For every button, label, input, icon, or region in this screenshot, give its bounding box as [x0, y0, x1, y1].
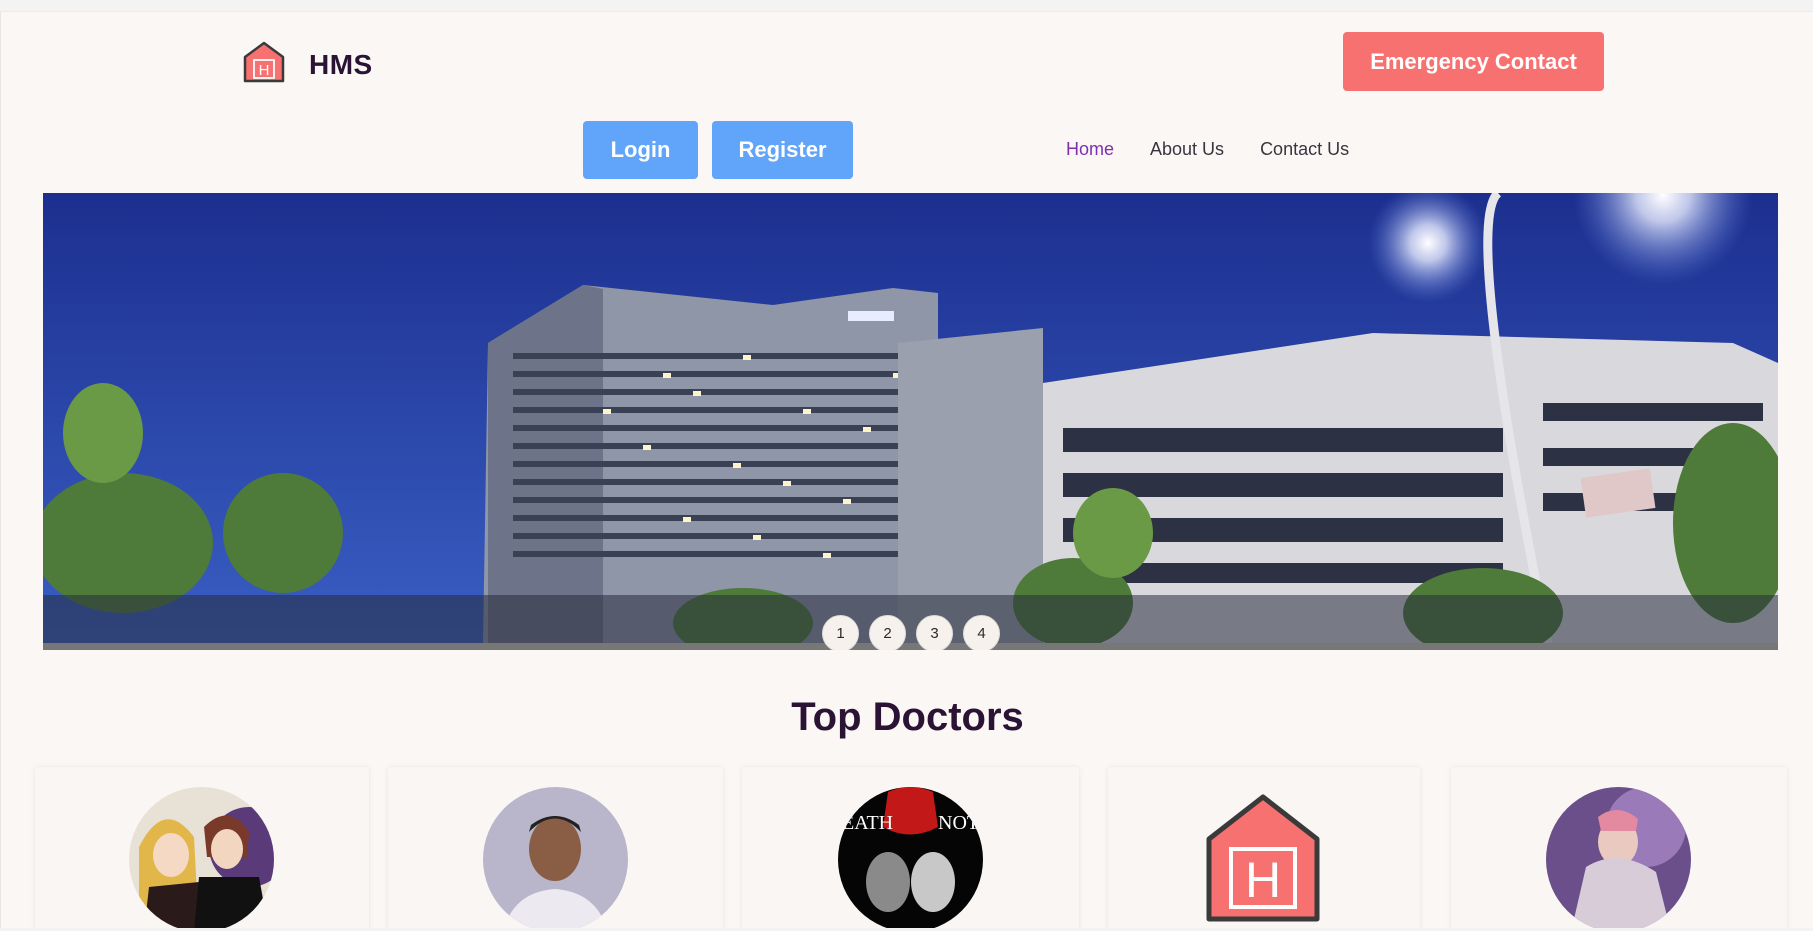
slide-button-3[interactable]: 3	[916, 615, 953, 650]
emergency-contact-button[interactable]: Emergency Contact	[1343, 32, 1604, 91]
hospital-building-night-photo	[43, 193, 1778, 650]
hospital-house-icon: H	[242, 40, 286, 89]
nav-home[interactable]: Home	[1066, 139, 1114, 160]
nav-contact-us[interactable]: Contact Us	[1260, 139, 1349, 160]
svg-text:H: H	[1245, 852, 1281, 908]
hero-carousel: 1 2 3 4	[43, 193, 1778, 650]
page: H HMS Emergency Contact Login Register H…	[0, 11, 1813, 928]
nav-about-us[interactable]: About Us	[1150, 139, 1224, 160]
register-button[interactable]: Register	[712, 121, 853, 179]
doctor-card[interactable]	[388, 767, 723, 928]
doctor-card[interactable]: H	[1108, 767, 1420, 928]
anime-character-avatar	[1546, 787, 1691, 928]
slide-button-4[interactable]: 4	[963, 615, 1000, 650]
main-nav: Home About Us Contact Us	[1066, 139, 1349, 160]
hospital-logo-avatar: H	[1191, 787, 1336, 928]
slide-button-2[interactable]: 2	[869, 615, 906, 650]
doctor-card[interactable]	[1451, 767, 1787, 928]
carousel-pagination: 1 2 3 4	[822, 615, 1000, 650]
man-portrait-avatar	[483, 787, 628, 928]
svg-text:NOT: NOT	[938, 812, 979, 834]
doctor-card[interactable]	[35, 767, 369, 928]
anime-couple-avatar	[129, 787, 274, 928]
slide-button-1[interactable]: 1	[822, 615, 859, 650]
svg-text:EATH: EATH	[842, 812, 893, 834]
doctor-card[interactable]: EATH NOT	[742, 767, 1079, 928]
brand-name: HMS	[309, 48, 373, 80]
section-title-top-doctors: Top Doctors	[791, 695, 1024, 739]
death-note-avatar: EATH NOT	[838, 787, 983, 928]
login-button[interactable]: Login	[583, 121, 698, 179]
svg-text:H: H	[259, 62, 270, 79]
brand-logo[interactable]: H HMS	[242, 40, 373, 89]
